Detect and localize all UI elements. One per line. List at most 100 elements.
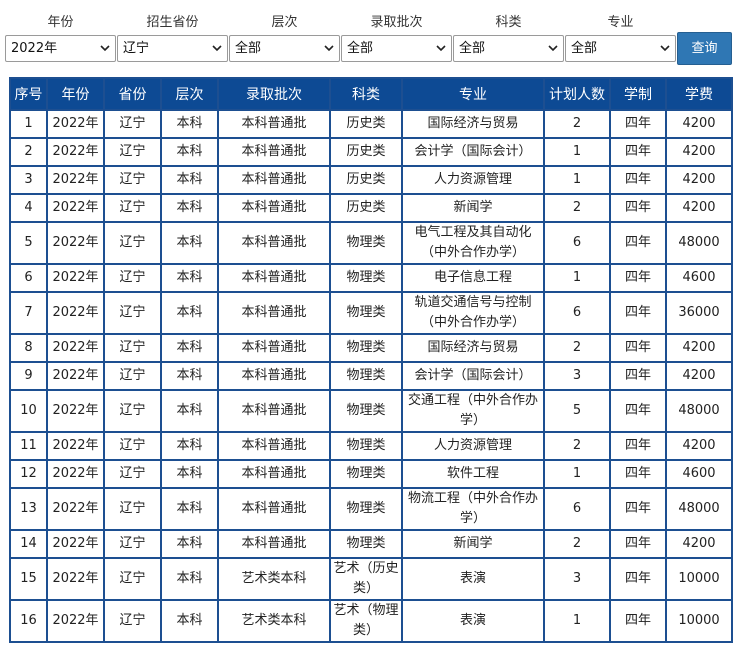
cell-year: 2022年 — [46, 389, 105, 433]
cell-category: 历史类 — [329, 137, 403, 167]
cell-index: 16 — [9, 599, 48, 643]
cell-level: 本科 — [160, 361, 219, 391]
table-row: 5 2022年 辽宁 本科 本科普通批 物理类 电气工程及其自动化（中外合作办学） 6 四年 48… — [9, 221, 733, 265]
cell-tuition: 4200 — [665, 109, 733, 139]
cell-batch: 本科普通批 — [217, 193, 331, 223]
cell-batch: 本科普通批 — [217, 291, 331, 335]
cell-province: 辽宁 — [103, 221, 162, 265]
table-row: 14 2022年 辽宁 本科 本科普通批 物理类 新闻学 2 四年 4200 — [9, 529, 733, 559]
filter-bar: 年份 2022年 招生省份 辽宁 层次 全部 录取批次 全部 科类 全部 专业 … — [0, 0, 736, 72]
cell-tuition: 4200 — [665, 361, 733, 391]
cell-level: 本科 — [160, 333, 219, 363]
category-select[interactable]: 全部 — [453, 35, 564, 62]
cell-year: 2022年 — [46, 529, 105, 559]
cell-plan-count: 2 — [543, 109, 611, 139]
cell-batch: 本科普通批 — [217, 529, 331, 559]
table-row: 16 2022年 辽宁 本科 艺术类本科 艺术（物理类） 表演 1 四年 10000 — [9, 599, 733, 643]
cell-province: 辽宁 — [103, 137, 162, 167]
cell-category: 物理类 — [329, 529, 403, 559]
cell-province: 辽宁 — [103, 599, 162, 643]
chevron-down-icon — [548, 45, 558, 52]
table-row: 4 2022年 辽宁 本科 本科普通批 历史类 新闻学 2 四年 4200 — [9, 193, 733, 223]
table-row: 3 2022年 辽宁 本科 本科普通批 历史类 人力资源管理 1 四年 4200 — [9, 165, 733, 195]
cell-index: 7 — [9, 291, 48, 335]
cell-year: 2022年 — [46, 137, 105, 167]
cell-tuition: 36000 — [665, 291, 733, 335]
level-select[interactable]: 全部 — [229, 35, 340, 62]
cell-duration: 四年 — [609, 361, 667, 391]
cell-tuition: 4200 — [665, 193, 733, 223]
filter-label-level: 层次 — [271, 15, 298, 30]
cell-batch: 本科普通批 — [217, 389, 331, 433]
category-select-value: 全部 — [459, 41, 486, 56]
cell-level: 本科 — [160, 529, 219, 559]
cell-level: 本科 — [160, 431, 219, 461]
cell-tuition: 4200 — [665, 165, 733, 195]
cell-province: 辽宁 — [103, 529, 162, 559]
cell-index: 2 — [9, 137, 48, 167]
cell-duration: 四年 — [609, 221, 667, 265]
cell-major: 表演 — [401, 599, 545, 643]
cell-category: 物理类 — [329, 361, 403, 391]
chevron-down-icon — [212, 45, 222, 52]
cell-major: 会计学（国际会计） — [401, 361, 545, 391]
header-plan-count: 计划人数 — [543, 77, 611, 111]
cell-index: 13 — [9, 487, 48, 531]
province-select[interactable]: 辽宁 — [117, 35, 228, 62]
filter-label-major: 专业 — [607, 15, 634, 30]
cell-category: 物理类 — [329, 263, 403, 293]
cell-index: 8 — [9, 333, 48, 363]
cell-category: 艺术（物理类） — [329, 599, 403, 643]
header-batch: 录取批次 — [217, 77, 331, 111]
cell-index: 15 — [9, 557, 48, 601]
cell-level: 本科 — [160, 599, 219, 643]
cell-duration: 四年 — [609, 557, 667, 601]
cell-tuition: 4200 — [665, 137, 733, 167]
cell-index: 11 — [9, 431, 48, 461]
cell-batch: 本科普通批 — [217, 165, 331, 195]
cell-index: 3 — [9, 165, 48, 195]
province-select-value: 辽宁 — [123, 41, 150, 56]
cell-province: 辽宁 — [103, 431, 162, 461]
cell-level: 本科 — [160, 221, 219, 265]
filter-label-category: 科类 — [495, 15, 522, 30]
header-index: 序号 — [9, 77, 48, 111]
cell-province: 辽宁 — [103, 263, 162, 293]
query-button[interactable]: 查询 — [677, 32, 732, 65]
cell-year: 2022年 — [46, 165, 105, 195]
cell-plan-count: 2 — [543, 529, 611, 559]
major-select[interactable]: 全部 — [565, 35, 676, 62]
table-row: 7 2022年 辽宁 本科 本科普通批 物理类 轨道交通信号与控制（中外合作办学） 6 四年 36… — [9, 291, 733, 335]
cell-index: 12 — [9, 459, 48, 489]
cell-tuition: 4200 — [665, 431, 733, 461]
cell-plan-count: 3 — [543, 557, 611, 601]
batch-select[interactable]: 全部 — [341, 35, 452, 62]
cell-index: 4 — [9, 193, 48, 223]
cell-province: 辽宁 — [103, 459, 162, 489]
table-row: 8 2022年 辽宁 本科 本科普通批 物理类 国际经济与贸易 2 四年 4200 — [9, 333, 733, 363]
year-select[interactable]: 2022年 — [5, 35, 116, 62]
header-category: 科类 — [329, 77, 403, 111]
cell-year: 2022年 — [46, 431, 105, 461]
header-duration: 学制 — [609, 77, 667, 111]
cell-year: 2022年 — [46, 109, 105, 139]
cell-duration: 四年 — [609, 263, 667, 293]
cell-batch: 本科普通批 — [217, 221, 331, 265]
cell-major: 软件工程 — [401, 459, 545, 489]
chevron-down-icon — [324, 45, 334, 52]
header-tuition: 学费 — [665, 77, 733, 111]
cell-level: 本科 — [160, 459, 219, 489]
table-row: 12 2022年 辽宁 本科 本科普通批 物理类 软件工程 1 四年 4600 — [9, 459, 733, 489]
cell-category: 艺术（历史类） — [329, 557, 403, 601]
cell-year: 2022年 — [46, 361, 105, 391]
cell-plan-count: 1 — [543, 459, 611, 489]
cell-year: 2022年 — [46, 459, 105, 489]
cell-level: 本科 — [160, 557, 219, 601]
chevron-down-icon — [660, 45, 670, 52]
cell-category: 历史类 — [329, 109, 403, 139]
table-row: 9 2022年 辽宁 本科 本科普通批 物理类 会计学（国际会计） 3 四年 4200 — [9, 361, 733, 391]
cell-duration: 四年 — [609, 459, 667, 489]
cell-province: 辽宁 — [103, 165, 162, 195]
cell-batch: 本科普通批 — [217, 137, 331, 167]
cell-year: 2022年 — [46, 599, 105, 643]
